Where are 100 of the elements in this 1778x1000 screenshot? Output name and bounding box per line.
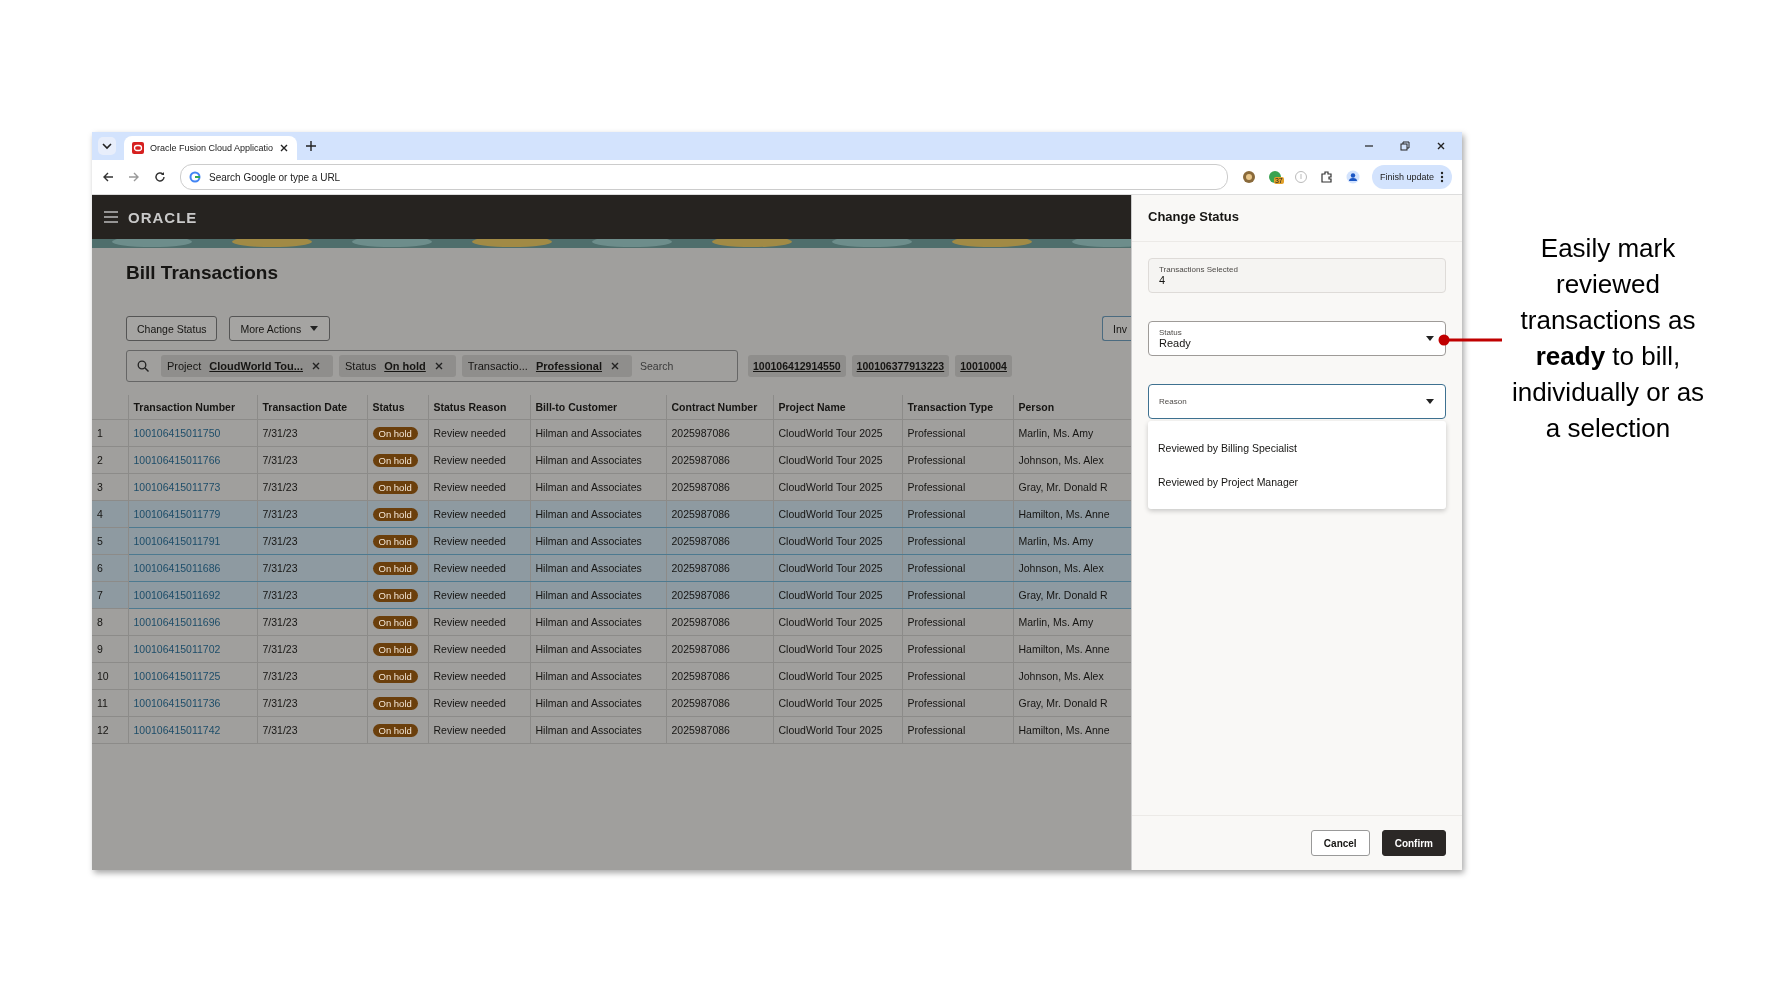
transaction-link[interactable]: 100106415011736 bbox=[133, 697, 221, 709]
filter-chip[interactable]: Transactio... Professional bbox=[461, 355, 632, 377]
panel-title: Change Status bbox=[1132, 195, 1462, 242]
row-number: 11 bbox=[92, 689, 128, 717]
transaction-link[interactable]: 100106415011725 bbox=[133, 670, 221, 682]
table-cell: CloudWorld Tour 2025 bbox=[773, 662, 902, 690]
filter-field[interactable]: Project CloudWorld Tou... Status On hold Transactio... Professional Search bbox=[126, 350, 738, 382]
menu-button[interactable]: More Actions bbox=[229, 316, 331, 341]
table-cell: 2025987086 bbox=[666, 446, 773, 474]
table-row[interactable]: 12 100106415011742 7/31/23 On hold Review needed Hilman and Associates 2025987086 CloudWorld Tour 2025 Professional Hamilton, Ms. Anne bbox=[92, 716, 1131, 744]
readonly-field: Transactions Selected 4 bbox=[1148, 258, 1446, 293]
table-row[interactable]: 11 100106415011736 7/31/23 On hold Review needed Hilman and Associates 2025987086 CloudWorld Tour 2025 Professional Gray, Mr. Donald R bbox=[92, 689, 1131, 717]
menu-icon[interactable] bbox=[104, 211, 118, 223]
table-row[interactable]: 2 100106415011766 7/31/23 On hold Review needed Hilman and Associates 2025987086 CloudWorld Tour 2025 Professional Johnson, Ms. Alex bbox=[92, 446, 1131, 474]
caret-icon bbox=[1425, 334, 1435, 343]
cancel-button[interactable]: Cancel bbox=[1310, 830, 1370, 856]
transaction-link[interactable]: 100106415011750 bbox=[133, 427, 221, 439]
table-cell: 7/31/23 bbox=[257, 689, 367, 717]
search-input[interactable]: Search bbox=[638, 359, 727, 373]
table-row[interactable]: 8 100106415011696 7/31/23 On hold Review needed Hilman and Associates 2025987086 CloudWorld Tour 2025 Professional Marlin, Ms. Amy bbox=[92, 608, 1131, 636]
table-row[interactable]: 10 100106415011725 7/31/23 On hold Review needed Hilman and Associates 2025987086 CloudWorld Tour 2025 Professional Johnson, Ms. Alex bbox=[92, 662, 1131, 690]
column-header[interactable]: Transaction Type bbox=[902, 395, 1013, 420]
table-row[interactable]: 9 100106415011702 7/31/23 On hold Review needed Hilman and Associates 2025987086 CloudWorld Tour 2025 Professional Hamilton, Ms. Anne bbox=[92, 635, 1131, 663]
table-cell: Professional bbox=[902, 689, 1013, 717]
column-header[interactable]: Status bbox=[367, 395, 428, 420]
status-badge: On hold bbox=[372, 534, 418, 548]
transaction-link[interactable]: 100106415011696 bbox=[133, 616, 221, 628]
row-number: 3 bbox=[92, 473, 128, 501]
transaction-link[interactable]: 100106415011773 bbox=[133, 481, 221, 493]
column-header[interactable]: Project Name bbox=[773, 395, 902, 420]
table-cell: Professional bbox=[902, 419, 1013, 447]
caret-icon bbox=[309, 324, 320, 333]
confirm-button[interactable]: Confirm bbox=[1381, 830, 1446, 856]
recent-chip[interactable]: 10010004 bbox=[955, 355, 1012, 377]
close-icon[interactable] bbox=[1436, 141, 1446, 151]
select-field[interactable]: Reason bbox=[1148, 384, 1446, 419]
table-cell: Hilman and Associates bbox=[530, 527, 666, 555]
table-cell: 7/31/23 bbox=[257, 473, 367, 501]
table-cell: 7/31/23 bbox=[257, 446, 367, 474]
profile-icon[interactable] bbox=[1345, 170, 1360, 184]
column-header[interactable]: Transaction Date bbox=[257, 395, 367, 420]
column-header[interactable]: Transaction Number bbox=[128, 395, 257, 420]
select-field[interactable]: Status Ready bbox=[1148, 321, 1446, 356]
column-header[interactable]: Status Reason bbox=[428, 395, 530, 420]
filter-chip[interactable]: Status On hold bbox=[339, 355, 456, 377]
table-cell: 7/31/23 bbox=[257, 635, 367, 663]
plus-icon[interactable] bbox=[305, 140, 318, 152]
table-row[interactable]: 3 100106415011773 7/31/23 On hold Review needed Hilman and Associates 2025987086 CloudWorld Tour 2025 Professional Gray, Mr. Donald R bbox=[92, 473, 1131, 501]
table-cell: Hilman and Associates bbox=[530, 473, 666, 501]
puzzle-icon[interactable] bbox=[1319, 170, 1334, 184]
update-button[interactable]: Finish update bbox=[1371, 165, 1452, 189]
table-cell: 7/31/23 bbox=[257, 662, 367, 690]
back-icon[interactable] bbox=[102, 171, 114, 183]
address-field[interactable]: Search Google or type a URL bbox=[180, 164, 1228, 190]
table-row[interactable]: 6 100106415011686 7/31/23 On hold Review needed Hilman and Associates 2025987086 CloudWorld Tour 2025 Professional Johnson, Ms. Alex bbox=[92, 554, 1131, 582]
column-header[interactable]: Contract Number bbox=[666, 395, 773, 420]
transaction-link[interactable]: 100106415011766 bbox=[133, 454, 221, 466]
table-row[interactable]: 1 100106415011750 7/31/23 On hold Review needed Hilman and Associates 2025987086 CloudWorld Tour 2025 Professional Marlin, Ms. Amy bbox=[92, 419, 1131, 447]
table-cell: Professional bbox=[902, 446, 1013, 474]
row-number: 6 bbox=[92, 554, 128, 582]
table-cell: Johnson, Ms. Alex bbox=[1013, 554, 1131, 582]
recent-chip[interactable]: 100106377913223 bbox=[851, 355, 950, 377]
table-cell: Review needed bbox=[428, 716, 530, 744]
table-row[interactable]: 7 100106415011692 7/31/23 On hold Review needed Hilman and Associates 2025987086 CloudWorld Tour 2025 Professional Gray, Mr. Donald R bbox=[92, 581, 1131, 609]
filter-chip[interactable]: Project CloudWorld Tou... bbox=[161, 355, 333, 377]
extension-icon[interactable] bbox=[1241, 170, 1256, 184]
reload-icon[interactable] bbox=[154, 171, 166, 183]
table-cell: CloudWorld Tour 2025 bbox=[773, 527, 902, 555]
dropdown-option[interactable]: Reviewed by Billing Specialist bbox=[1148, 431, 1446, 465]
dropdown-option[interactable]: Reviewed by Project Manager bbox=[1148, 465, 1446, 499]
table-cell: Professional bbox=[902, 527, 1013, 555]
app-icon bbox=[132, 142, 144, 154]
recent-chip[interactable]: 100106412914550 bbox=[748, 355, 846, 377]
forward-icon[interactable] bbox=[128, 171, 140, 183]
table-row[interactable]: 5 100106415011791 7/31/23 On hold Review needed Hilman and Associates 2025987086 CloudWorld Tour 2025 Professional Marlin, Ms. Amy bbox=[92, 527, 1131, 555]
table-cell: 7/31/23 bbox=[257, 608, 367, 636]
table-cell: Professional bbox=[902, 581, 1013, 609]
table-cell: Professional bbox=[902, 500, 1013, 528]
close-icon[interactable] bbox=[279, 143, 290, 153]
action-button[interactable]: Inv bbox=[1102, 316, 1131, 341]
table-row[interactable]: 4 100106415011779 7/31/23 On hold Review needed Hilman and Associates 2025987086 CloudWorld Tour 2025 Professional Hamilton, Ms. Anne bbox=[92, 500, 1131, 528]
table-cell: 2025987086 bbox=[666, 527, 773, 555]
table-cell: 2025987086 bbox=[666, 500, 773, 528]
table-cell: CloudWorld Tour 2025 bbox=[773, 608, 902, 636]
chevron-down-icon[interactable] bbox=[98, 137, 116, 155]
transaction-link[interactable]: 100106415011742 bbox=[133, 724, 221, 736]
table-cell: 7/31/23 bbox=[257, 500, 367, 528]
table-cell: 2025987086 bbox=[666, 608, 773, 636]
table-cell: CloudWorld Tour 2025 bbox=[773, 581, 902, 609]
column-header[interactable]: Bill-to Customer bbox=[530, 395, 666, 420]
browser-tab[interactable]: Oracle Fusion Cloud Applicatio bbox=[124, 136, 298, 160]
table-cell: Review needed bbox=[428, 500, 530, 528]
transaction-link[interactable]: 100106415011702 bbox=[133, 643, 221, 655]
status-badge: On hold bbox=[372, 453, 418, 467]
action-button[interactable]: Change Status bbox=[126, 316, 218, 341]
table-cell: Review needed bbox=[428, 608, 530, 636]
page-title: Bill Transactions bbox=[126, 262, 280, 285]
table-cell: Review needed bbox=[428, 473, 530, 501]
restore-icon[interactable] bbox=[1400, 141, 1410, 151]
table-cell: Review needed bbox=[428, 446, 530, 474]
